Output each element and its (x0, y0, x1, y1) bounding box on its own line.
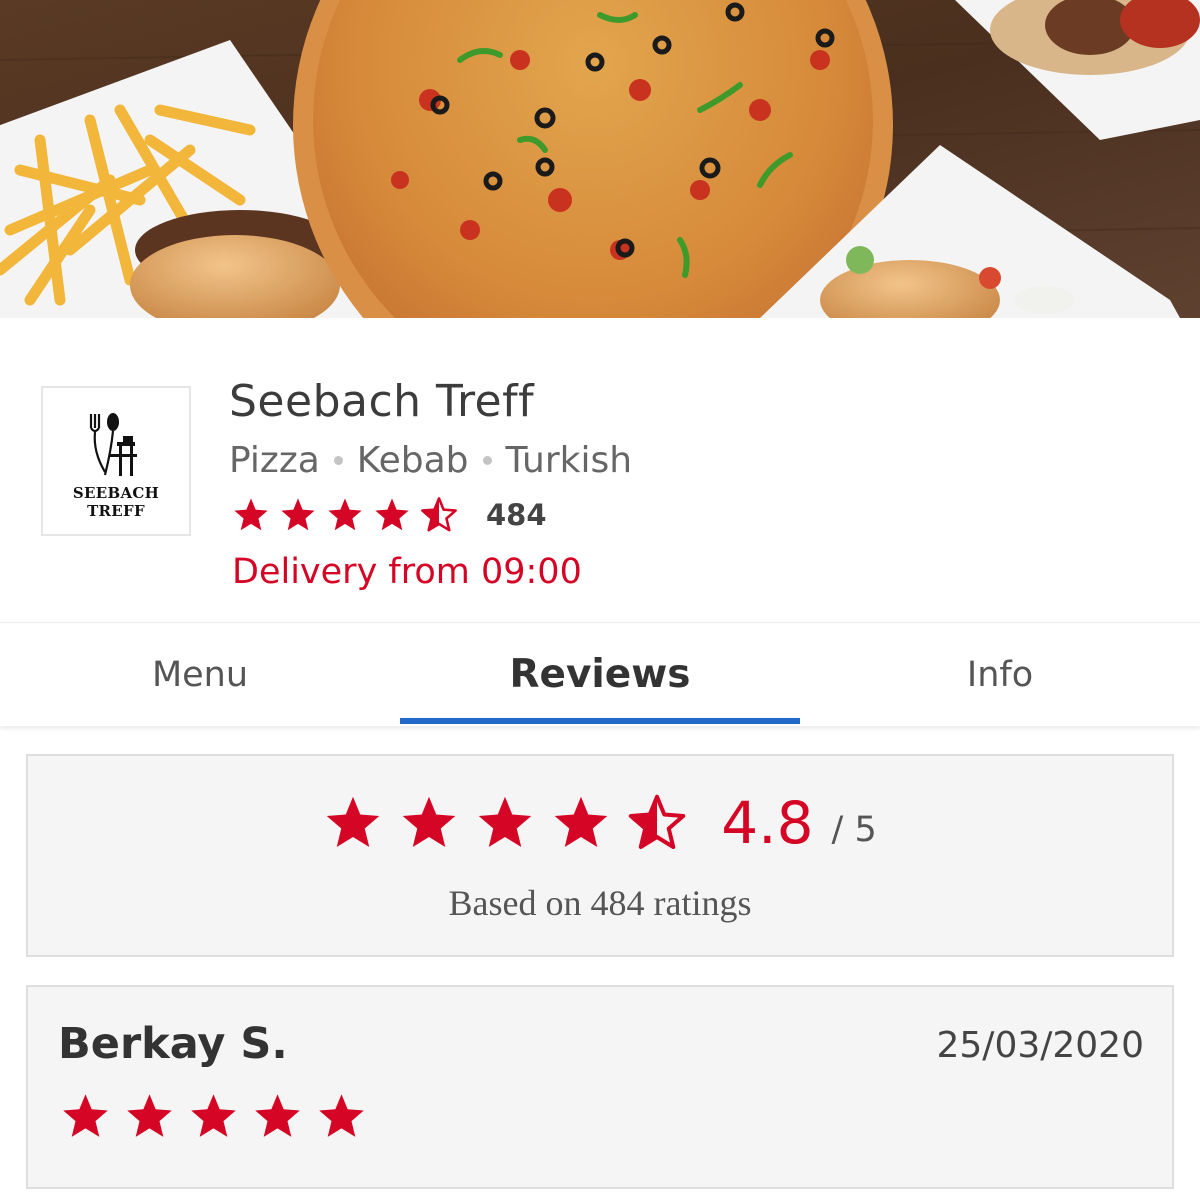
ratings-count-text: Based on 484 ratings (448, 883, 752, 923)
cutlery-logo-icon (89, 413, 137, 476)
star-icon (191, 1094, 236, 1137)
restaurant-logo: SEEBACH TREFF (41, 386, 191, 536)
star-icon (63, 1094, 108, 1137)
cuisine-tag: Kebab (356, 440, 469, 481)
star-icon (479, 796, 532, 847)
tab-info[interactable]: Info (800, 623, 1200, 726)
cuisine-tag: Turkish (505, 440, 633, 481)
rating-count: 484 (486, 498, 547, 532)
delivery-time: Delivery from 09:00 (232, 552, 582, 592)
star-icon (234, 498, 268, 531)
star-icon (255, 1094, 300, 1137)
separator-dot (482, 456, 492, 465)
summary-star-rating (323, 793, 687, 853)
star-icon (319, 1094, 364, 1137)
half-star-icon (629, 794, 686, 850)
half-star-icon (421, 497, 457, 532)
review-star-rating (60, 1091, 367, 1142)
star-icon (375, 498, 409, 531)
tab-reviews[interactable]: Reviews (400, 623, 800, 726)
star-rating (232, 496, 458, 534)
star-icon (403, 796, 456, 847)
hero-image (0, 0, 1200, 318)
tab-menu[interactable]: Menu (0, 623, 400, 726)
star-icon (328, 498, 362, 531)
restaurant-name: Seebach Treff (229, 376, 535, 427)
cuisine-tag: Pizza (229, 440, 320, 481)
rating-scale: / 5 (831, 810, 877, 850)
review-date: 25/03/2020 (936, 1025, 1145, 1066)
tab-bar: Menu Reviews Info (0, 622, 1200, 726)
separator-dot (333, 456, 343, 465)
average-rating: 4.8 (721, 789, 814, 857)
star-icon (281, 498, 315, 531)
reviewer-name: Berkay S. (58, 1019, 288, 1069)
star-icon (127, 1094, 172, 1137)
restaurant-rating: 484 (232, 496, 547, 534)
star-icon (327, 796, 380, 847)
review-card: Berkay S. 25/03/2020 (26, 985, 1174, 1189)
restaurant-header: SEEBACH TREFF Seebach Treff Pizza Kebab … (0, 318, 1200, 622)
star-icon (555, 796, 608, 847)
rating-summary: 4.8 / 5 Based on 484 ratings (26, 754, 1174, 957)
logo-text: SEEBACH TREFF (72, 484, 160, 520)
cuisine-list: Pizza Kebab Turkish (229, 440, 632, 481)
